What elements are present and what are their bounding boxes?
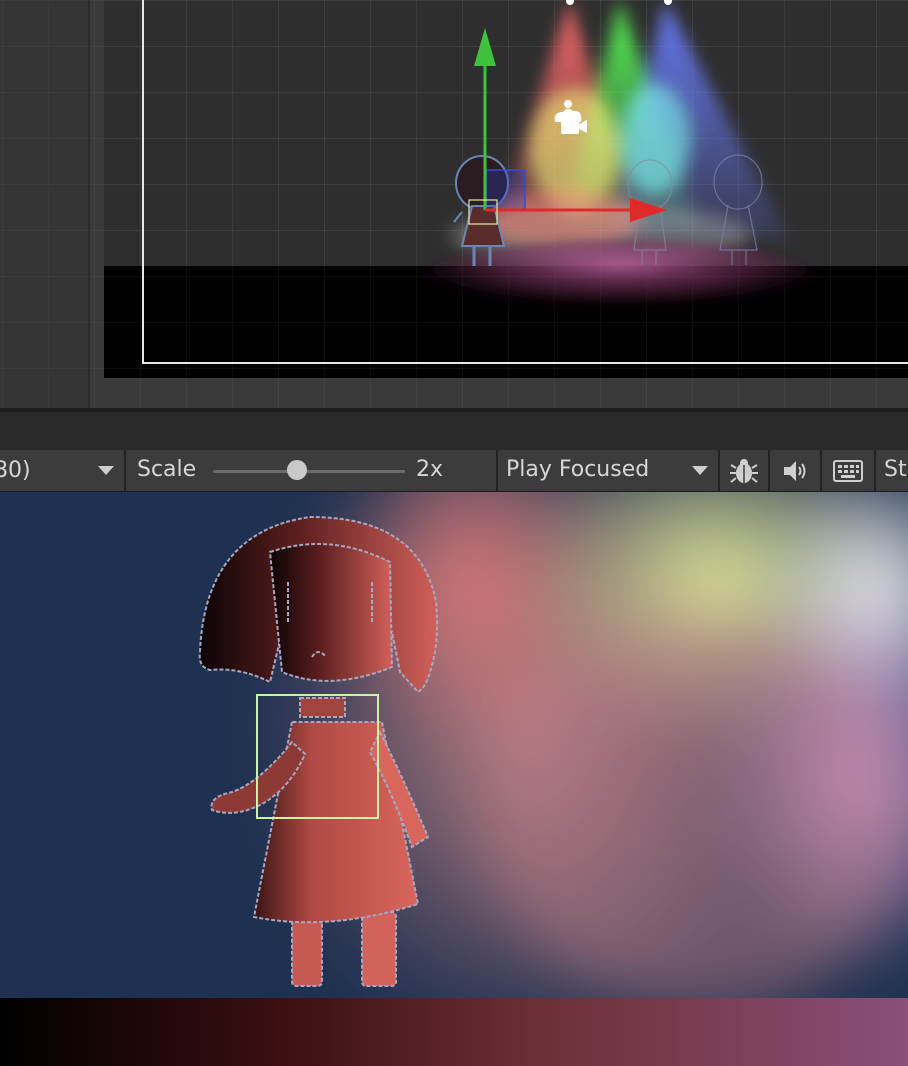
scale-slider-track[interactable] <box>213 470 405 473</box>
game-tab-strip <box>0 412 908 450</box>
keyboard-shortcuts-button[interactable] <box>822 450 874 491</box>
floor <box>0 998 908 1066</box>
speaker-icon <box>784 460 806 481</box>
scale-slider-thumb[interactable] <box>287 460 308 480</box>
game-view[interactable] <box>0 492 908 1066</box>
unity-editor: 80) Scale 2x Play Focused St <box>0 0 908 1066</box>
bug-icon <box>730 458 758 483</box>
scale-label: Scale <box>137 457 197 482</box>
scale-control: Scale 2x <box>126 450 496 491</box>
scene-canvas[interactable] <box>0 0 908 408</box>
chevron-down-icon <box>98 466 114 475</box>
keyboard-icon <box>833 459 863 482</box>
stats-button[interactable]: St <box>884 457 907 482</box>
resolution-dropdown[interactable]: 80) <box>0 450 124 491</box>
toolbar-divider <box>874 450 876 491</box>
scale-value: 2x <box>416 457 444 482</box>
game-view-toolbar: 80) Scale 2x Play Focused St <box>0 450 908 492</box>
debug-button[interactable] <box>720 450 768 491</box>
play-mode-dropdown[interactable]: Play Focused <box>498 450 718 491</box>
gizmo-xy-plane-handle[interactable] <box>485 169 526 211</box>
play-mode-label: Play Focused <box>506 457 650 482</box>
audio-mute-button[interactable] <box>770 450 820 491</box>
scene-view[interactable] <box>0 0 908 408</box>
chevron-down-icon <box>692 466 708 475</box>
resolution-label: 80) <box>0 458 31 483</box>
game-canvas[interactable] <box>0 492 908 1066</box>
